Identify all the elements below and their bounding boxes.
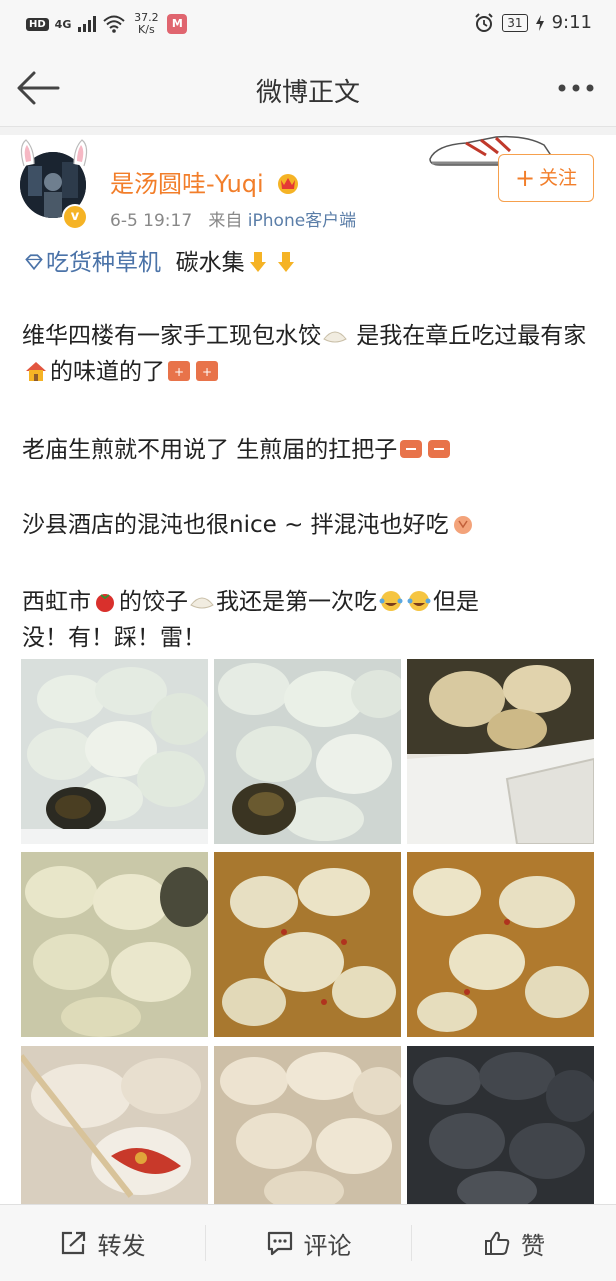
battery-level: 31 bbox=[502, 13, 528, 32]
thumbs-up-icon bbox=[485, 1231, 510, 1255]
photo-image bbox=[21, 659, 208, 844]
para4-text-e: 没！有！踩！雷！ bbox=[22, 625, 206, 651]
page-title: 微博正文 bbox=[255, 78, 360, 108]
photo-image bbox=[21, 852, 208, 1037]
para3-text: 沙县酒店的混沌也很nice ~ 拌混沌也好吃 bbox=[22, 512, 449, 538]
clapping-emoji-icon bbox=[453, 516, 472, 534]
comment-label: 评论 bbox=[303, 1231, 352, 1260]
member-crown-icon bbox=[278, 174, 299, 194]
signal-text: 4G bbox=[54, 17, 72, 31]
app-notification-icon: M bbox=[167, 14, 188, 34]
photo-image bbox=[407, 1046, 594, 1204]
photo-image bbox=[214, 1046, 401, 1204]
more-dots-icon bbox=[558, 84, 594, 92]
comment-button[interactable]: 评论 bbox=[206, 1205, 411, 1281]
photo-wonton-3[interactable] bbox=[407, 852, 594, 1037]
repost-icon bbox=[61, 1231, 85, 1255]
para1-text-b: 是我在章丘吃过最有家 bbox=[349, 323, 587, 349]
photo-black-dumplings[interactable] bbox=[407, 1046, 594, 1204]
pointing-down-emoji-icon bbox=[277, 252, 294, 272]
nav-bar: 微博正文 bbox=[0, 50, 616, 127]
wifi-icon bbox=[103, 15, 126, 33]
photo-image bbox=[407, 852, 594, 1037]
follow-button[interactable]: + 关注 bbox=[498, 154, 594, 202]
dumpling-emoji-icon bbox=[190, 597, 214, 609]
post-paragraph-1: 维华四楼有一家手工现包水饺 是我在章丘吃过最有家的味道的了 + + bbox=[22, 318, 594, 390]
photo-image bbox=[214, 659, 401, 844]
speed-unit: K/s bbox=[138, 23, 155, 36]
photo-image bbox=[407, 659, 594, 844]
photo-dumplings-plate-1[interactable] bbox=[21, 659, 208, 844]
bunny-ears-decoration bbox=[20, 139, 88, 167]
laughing-tears-emoji-icon bbox=[407, 591, 431, 611]
para2-text: 老庙生煎就不用说了 生煎届的扛把子 bbox=[22, 437, 398, 463]
source-prefix: 来自 bbox=[208, 211, 243, 231]
house-emoji-icon bbox=[26, 362, 46, 381]
photo-dumpling-chopsticks[interactable] bbox=[21, 1046, 208, 1204]
charging-icon bbox=[535, 14, 544, 31]
like-badge-emoji-icon: + bbox=[196, 361, 218, 381]
post-meta: 6-5 19:17 来自 iPhone客户端 bbox=[110, 206, 356, 231]
photo-wonton-1[interactable] bbox=[21, 852, 208, 1037]
hd-indicator: HD bbox=[26, 17, 49, 31]
photo-image bbox=[214, 852, 401, 1037]
like-label: 赞 bbox=[521, 1231, 545, 1260]
post-paragraph-4: 西虹市 的饺子 我还是第一次吃 但是 没！有！踩！雷！ bbox=[22, 584, 594, 656]
username-text: 是汤圆哇-Yuqi bbox=[110, 170, 264, 198]
tomato-emoji-icon bbox=[96, 594, 114, 612]
network-speed: 37.2 K/s bbox=[131, 12, 161, 36]
pointing-down-emoji-icon bbox=[249, 252, 266, 272]
photo-wonton-2[interactable] bbox=[214, 852, 401, 1037]
bottom-action-bar: 转发 评论 赞 bbox=[0, 1204, 616, 1281]
para4-text-c: 我还是第一次吃 bbox=[216, 589, 377, 615]
photo-dumplings-plate-2[interactable] bbox=[214, 659, 401, 844]
plus-icon: + bbox=[514, 164, 536, 192]
status-bar: HD 4G 37.2 K/s M 31 9:11 bbox=[0, 0, 616, 50]
post-time: 6-5 19:17 bbox=[110, 211, 193, 231]
diamond-topic-icon bbox=[25, 254, 43, 271]
para4-text-a: 西虹市 bbox=[22, 589, 91, 615]
alarm-icon bbox=[475, 12, 494, 32]
topic-text: 吃货种草机 bbox=[46, 250, 161, 276]
post-paragraph-2: 老庙生煎就不用说了 生煎届的扛把子 bbox=[22, 432, 594, 468]
post-heading-text: 碳水集 bbox=[175, 250, 245, 276]
topic-link[interactable]: 吃货种草机 bbox=[22, 250, 161, 276]
dumpling-emoji-icon bbox=[323, 331, 347, 343]
para4-text-d: 但是 bbox=[433, 589, 479, 615]
signal-icon bbox=[78, 16, 97, 32]
status-time: 9:11 bbox=[551, 12, 592, 33]
photo-shengjian-box[interactable] bbox=[407, 659, 594, 844]
post-source[interactable]: iPhone客户端 bbox=[248, 211, 356, 231]
comment-icon bbox=[267, 1231, 292, 1256]
svg-text:+: + bbox=[174, 365, 184, 379]
svg-text:+: + bbox=[202, 365, 212, 379]
photo-image bbox=[21, 1046, 208, 1204]
photo-dumplings-pile[interactable] bbox=[214, 1046, 401, 1204]
photo-grid bbox=[21, 659, 595, 1204]
cheer-badge-emoji-icon bbox=[400, 440, 423, 458]
repost-label: 转发 bbox=[97, 1231, 146, 1260]
post-paragraph-3: 沙县酒店的混沌也很nice ~ 拌混沌也好吃 bbox=[22, 507, 594, 543]
follow-label: 关注 bbox=[539, 167, 578, 189]
like-badge-emoji-icon: + bbox=[168, 361, 190, 381]
like-button[interactable]: 赞 bbox=[412, 1205, 616, 1281]
para1-text-c: 的味道的了 bbox=[50, 359, 165, 385]
para1-text-a: 维华四楼有一家手工现包水饺 bbox=[22, 323, 321, 349]
post-line-topic: 吃货种草机 碳水集 bbox=[22, 245, 594, 281]
repost-button[interactable]: 转发 bbox=[0, 1205, 205, 1281]
para4-text-b: 的饺子 bbox=[119, 589, 188, 615]
more-button[interactable] bbox=[552, 70, 600, 106]
laughing-tears-emoji-icon bbox=[379, 591, 403, 611]
username[interactable]: 是汤圆哇-Yuqi bbox=[110, 164, 301, 199]
verified-badge-icon: v bbox=[62, 204, 88, 230]
cheer-badge-emoji-icon bbox=[428, 440, 451, 458]
